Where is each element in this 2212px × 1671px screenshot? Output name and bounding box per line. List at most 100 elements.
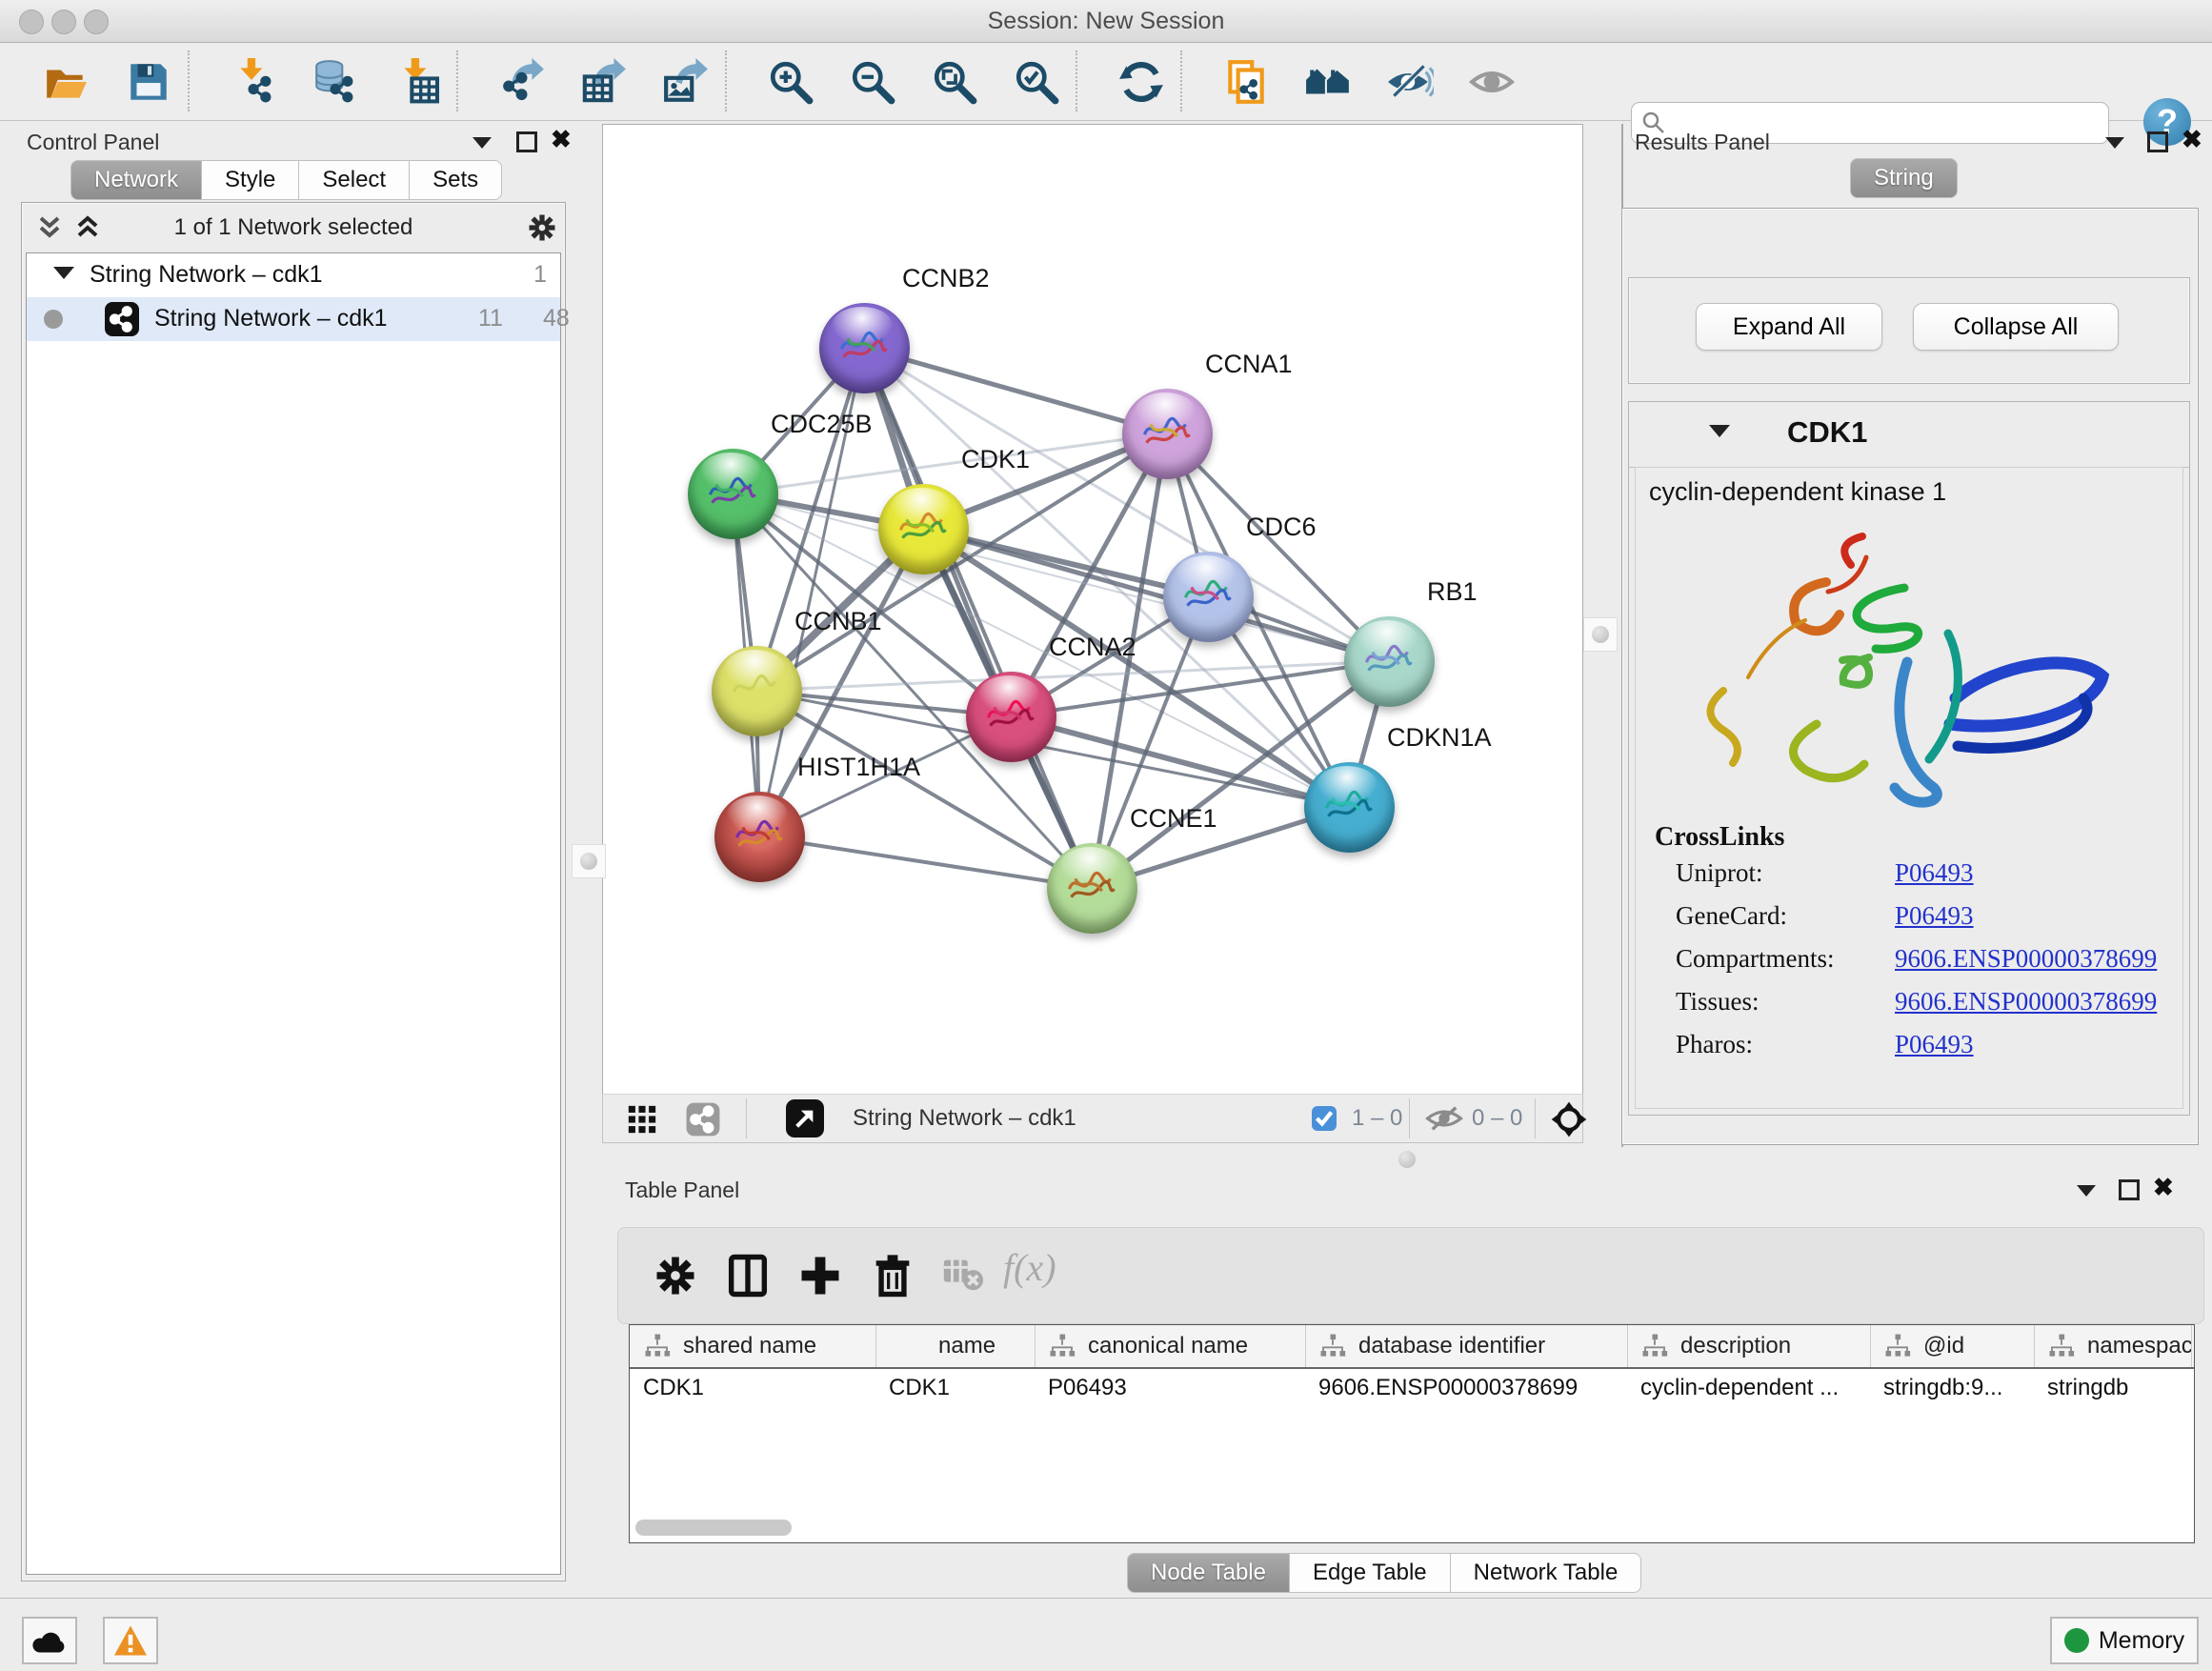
close-panel-icon[interactable]: ✖	[2153, 1178, 2174, 1197]
network-row-selected[interactable]: String Network – cdk1 11 48	[27, 297, 560, 341]
network-node-ccne1[interactable]	[1047, 843, 1137, 934]
birdseye-view-icon[interactable]	[786, 1099, 824, 1137]
collapse-gene-icon[interactable]	[1709, 425, 1730, 437]
node-label: CDKN1A	[1387, 723, 1492, 753]
network-node-cdc6[interactable]	[1163, 552, 1254, 642]
cell-name[interactable]: CDK1	[889, 1375, 1029, 1401]
network-node-ccnb2[interactable]	[819, 303, 910, 393]
window-title: Session: New Session	[0, 8, 2212, 35]
refresh-view-icon[interactable]	[1117, 58, 1165, 106]
crosslink-link[interactable]: P06493	[1895, 901, 1974, 930]
float-panel-icon[interactable]	[2147, 131, 2168, 152]
close-panel-icon[interactable]: ✖	[551, 130, 572, 149]
vertical-splitter-handle[interactable]	[572, 844, 606, 878]
network-node-ccna1[interactable]	[1122, 389, 1213, 479]
gene-header[interactable]: CDK1	[1629, 402, 2189, 468]
import-table-icon[interactable]	[393, 58, 441, 106]
column-header-shared-name[interactable]: shared name	[630, 1325, 876, 1367]
network-node-cdkn1a[interactable]	[1304, 762, 1395, 853]
cell-namespace[interactable]: stringdb	[2047, 1375, 2185, 1401]
grid-mode-icon[interactable]	[626, 1103, 658, 1136]
collapse-tree-icon[interactable]	[53, 267, 74, 279]
gene-details: cyclin-dependent kinase 1	[1635, 467, 2183, 1109]
float-panel-icon[interactable]	[2119, 1179, 2140, 1200]
column-header-database-identifier[interactable]: database identifier	[1305, 1325, 1628, 1367]
column-header-namespace[interactable]: namespace	[2034, 1325, 2192, 1367]
horizontal-scrollbar[interactable]	[635, 1520, 792, 1536]
import-network-database-icon[interactable]	[312, 58, 359, 106]
cell-description[interactable]: cyclin-dependent ...	[1640, 1375, 1864, 1401]
cell-canonical-name[interactable]: P06493	[1048, 1375, 1299, 1401]
export-image-icon[interactable]	[662, 58, 710, 106]
node-table[interactable]: shared namenamecanonical namedatabase id…	[629, 1324, 2195, 1543]
tab-edge-table[interactable]: Edge Table	[1290, 1553, 1451, 1593]
home-view-icon[interactable]	[1304, 58, 1352, 106]
close-panel-icon[interactable]: ✖	[2182, 130, 2202, 149]
zoom-in-icon[interactable]	[767, 58, 814, 106]
float-panel-icon[interactable]	[516, 131, 537, 152]
table-settings-gear-icon[interactable]	[651, 1251, 700, 1300]
tab-style[interactable]: Style	[202, 160, 299, 200]
open-session-icon[interactable]	[43, 58, 90, 106]
network-node-ccnb1[interactable]	[712, 646, 802, 736]
cell-database-identifier[interactable]: 9606.ENSP00000378699	[1318, 1375, 1621, 1401]
save-session-icon[interactable]	[125, 58, 172, 106]
network-canvas[interactable]: CCNB2CCNA1CDC25BCDK1CDC6RB1CCNB1CCNA2CDK…	[602, 124, 1583, 1096]
duplicate-network-icon[interactable]	[1222, 58, 1270, 106]
import-network-icon[interactable]	[230, 58, 277, 106]
export-network-icon[interactable]	[498, 58, 546, 106]
selected-checkbox[interactable]	[1312, 1106, 1337, 1131]
tab-node-table[interactable]: Node Table	[1127, 1553, 1290, 1593]
delete-column-trash-icon[interactable]	[868, 1251, 917, 1300]
delete-table-icon[interactable]	[940, 1251, 984, 1295]
crosslink-link[interactable]: 9606.ENSP00000378699	[1895, 987, 2157, 1016]
panel-menu-icon[interactable]	[2077, 1185, 2096, 1197]
panel-menu-icon[interactable]	[473, 137, 492, 149]
node-label: CCNB1	[794, 607, 882, 636]
column-header-description[interactable]: description	[1627, 1325, 1871, 1367]
control-panel-tabs: NetworkStyleSelectSets	[70, 160, 502, 200]
panel-menu-icon[interactable]	[2105, 137, 2124, 149]
network-node-ccna2[interactable]	[966, 672, 1056, 762]
hide-graphics-details-icon[interactable]	[1386, 58, 1434, 106]
tab-network[interactable]: Network	[70, 160, 202, 200]
network-collection-row[interactable]: String Network – cdk1 1	[27, 253, 560, 297]
control-panel-title: Control Panel	[27, 130, 159, 155]
tab-sets[interactable]: Sets	[410, 160, 502, 200]
function-builder-fx[interactable]: f(x)	[1003, 1245, 1056, 1290]
cell-@id[interactable]: stringdb:9...	[1883, 1375, 2028, 1401]
network-node-rb1[interactable]	[1344, 616, 1435, 707]
column-header-@id[interactable]: @id	[1870, 1325, 2035, 1367]
zoom-selected-icon[interactable]	[1013, 58, 1060, 106]
zoom-fit-icon[interactable]	[931, 58, 978, 106]
network-node-cdk1[interactable]	[878, 484, 969, 574]
network-share-icon[interactable]	[685, 1101, 721, 1137]
export-table-icon[interactable]	[580, 58, 628, 106]
warning-status-button[interactable]	[103, 1617, 158, 1664]
gear-icon[interactable]	[525, 211, 559, 245]
node-structure-thumbnail	[1138, 412, 1196, 453]
network-node-cdc25b[interactable]	[688, 449, 778, 539]
title-bar: Session: New Session	[0, 0, 2212, 43]
column-header-name[interactable]: name	[875, 1325, 1036, 1367]
vertical-splitter-handle[interactable]	[1583, 617, 1618, 652]
tab-string[interactable]: String	[1850, 158, 1958, 198]
crosslink-link[interactable]: P06493	[1895, 858, 1974, 887]
show-columns-icon[interactable]	[723, 1251, 773, 1300]
expand-all-button[interactable]: Expand All	[1696, 303, 1882, 351]
fit-selected-crosshair-icon[interactable]	[1550, 1100, 1588, 1138]
cloud-status-button[interactable]	[22, 1617, 77, 1664]
memory-button[interactable]: Memory	[2050, 1617, 2199, 1664]
column-header-canonical-name[interactable]: canonical name	[1035, 1325, 1306, 1367]
crosslink-link[interactable]: 9606.ENSP00000378699	[1895, 944, 2157, 973]
zoom-out-icon[interactable]	[849, 58, 896, 106]
create-column-plus-icon[interactable]	[795, 1251, 845, 1300]
toolbar-separator	[188, 50, 190, 111]
cell-shared-name[interactable]: CDK1	[643, 1375, 870, 1401]
tab-select[interactable]: Select	[299, 160, 410, 200]
collapse-all-button[interactable]: Collapse All	[1913, 303, 2119, 351]
network-node-hist1h1a[interactable]	[714, 792, 805, 882]
tab-network-table[interactable]: Network Table	[1451, 1553, 1642, 1593]
show-graphics-details-icon[interactable]	[1468, 58, 1516, 106]
crosslink-link[interactable]: P06493	[1895, 1030, 1974, 1058]
